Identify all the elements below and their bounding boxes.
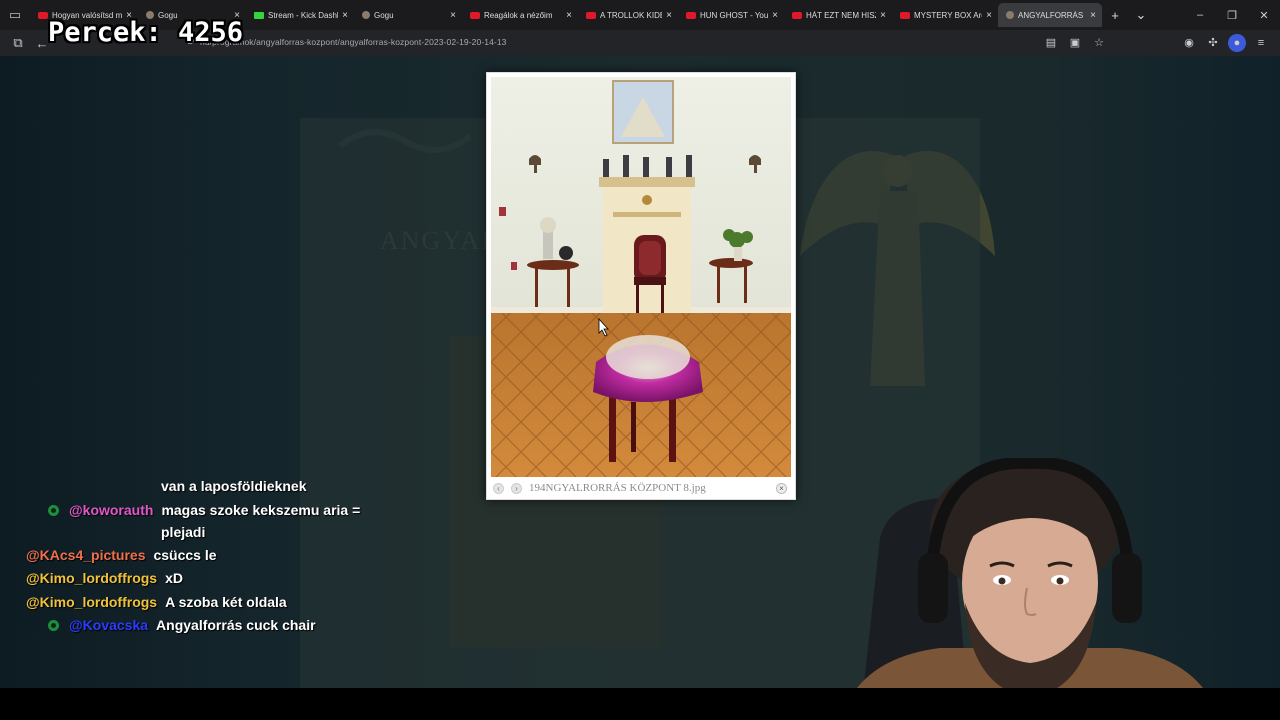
youtube-icon <box>38 11 48 19</box>
chat-text: Angyalforrás cuck chair <box>156 617 316 633</box>
image-caption: 194NGYALRORRÁS KÖZPONT 8.jpg <box>529 482 706 494</box>
reader-view-icon[interactable]: ▤ <box>1042 34 1060 52</box>
extensions-icon[interactable]: ✣ <box>1204 34 1222 52</box>
streamer-webcam-image <box>840 458 1220 720</box>
next-image-button[interactable]: › <box>511 483 522 494</box>
tab-title: Reagálok a nézőim <box>484 10 553 20</box>
menu-icon[interactable]: ≡ <box>1252 34 1270 52</box>
browser-tab[interactable]: Stream - Kick Dashb × <box>246 3 354 27</box>
chat-message: plejadi <box>161 524 205 540</box>
window-controls: – ❐ ✕ <box>1184 9 1280 22</box>
chat-badge-icon <box>48 620 59 631</box>
page-heading-dimmed: ANGYAL <box>380 226 499 255</box>
room-photo[interactable] <box>491 77 791 477</box>
youtube-icon <box>686 11 696 19</box>
close-tab-icon[interactable]: × <box>1090 10 1096 21</box>
chat-message: @Kimo_lordoffrogs xD <box>26 570 183 586</box>
chat-badge-icon <box>48 505 59 516</box>
chat-username[interactable]: @KAcs4_pictures <box>26 547 145 563</box>
close-lightbox-button[interactable]: × <box>776 483 787 494</box>
lightbox-footer: ‹ › 194NGYALRORRÁS KÖZPONT 8.jpg × <box>487 477 795 499</box>
youtube-icon <box>792 11 802 19</box>
site-icon <box>1006 11 1014 19</box>
webcam-feed <box>820 458 1240 720</box>
screenshot-icon[interactable]: ▣ <box>1066 34 1084 52</box>
close-tab-icon[interactable]: × <box>450 10 456 21</box>
tab-list-chevron-icon[interactable]: ⌄ <box>1128 7 1154 23</box>
bottom-black-strip <box>0 688 1280 720</box>
youtube-icon <box>470 11 480 19</box>
tab-actions-icon[interactable]: ▭ <box>0 0 30 30</box>
browser-tab[interactable]: HÁT EZT NEM HISZ × <box>784 3 892 27</box>
tab-title: HÁT EZT NEM HISZ <box>806 10 877 20</box>
close-tab-icon[interactable]: × <box>772 10 778 21</box>
tab-title: Stream - Kick Dashb <box>268 10 339 20</box>
restore-icon[interactable]: ❐ <box>1216 9 1248 22</box>
avatar-icon <box>362 11 370 19</box>
url-field[interactable]: hu/programok/angyalforras-kozpont/angyal… <box>200 37 507 47</box>
chat-text: A szoba két oldala <box>165 594 287 610</box>
minimize-icon[interactable]: – <box>1184 9 1216 22</box>
chat-message: @KAcs4_pictures csüccs le <box>26 547 217 563</box>
close-tab-icon[interactable]: × <box>566 10 572 21</box>
tab-title: HUN GHOST - YouT <box>700 10 769 20</box>
browser-tab[interactable]: ANGYALFORRÁS KÖZP × <box>998 3 1102 27</box>
chat-username[interactable]: @Kovacska <box>69 617 148 633</box>
stream-chat: van a laposföldieknek @koworauth magas szo… <box>0 458 420 638</box>
chat-message: van a laposföldieknek <box>161 478 307 494</box>
sidebar-icon[interactable]: ⧉ <box>6 35 30 51</box>
tab-title: MYSTERY BOX Arch <box>914 10 982 20</box>
tab-title: ANGYALFORRÁS KÖZP <box>1018 10 1086 20</box>
screen: ▭ Hogyan valósítsd m × Gogu × Stream - Kick … <box>0 0 1280 720</box>
kick-icon <box>254 11 264 19</box>
browser-tab[interactable]: A TROLLOK KIDERÍT × <box>578 3 678 27</box>
address-bar-actions: ▤ ▣ ☆ <box>1042 34 1108 52</box>
room-photo-drawing <box>491 77 791 477</box>
image-lightbox: ‹ › 194NGYALRORRÁS KÖZPONT 8.jpg × <box>486 72 796 500</box>
chat-text: plejadi <box>161 524 206 540</box>
tab-title: A TROLLOK KIDERÍT <box>600 10 662 20</box>
youtube-icon <box>586 11 596 19</box>
new-tab-icon[interactable]: + <box>1102 8 1128 23</box>
chat-message: @Kovacska Angyalforrás cuck chair <box>48 617 316 633</box>
close-tab-icon[interactable]: × <box>880 10 886 21</box>
chat-username[interactable]: @Kimo_lordoffrogs <box>26 570 157 586</box>
account-icon[interactable]: ◉ <box>1180 34 1198 52</box>
chat-text: csüccs le <box>153 547 217 563</box>
tab-title: Gogu <box>374 10 394 20</box>
previous-image-button[interactable]: ‹ <box>493 483 504 494</box>
browser-tab[interactable]: Reagálok a nézőim × <box>462 3 578 27</box>
browser-tab[interactable]: HUN GHOST - YouT × <box>678 3 784 27</box>
chat-text: magas szoke kekszemu aria = <box>161 502 361 518</box>
youtube-icon <box>900 11 910 19</box>
chat-text: xD <box>165 570 183 586</box>
browser-tab[interactable]: MYSTERY BOX Arch × <box>892 3 998 27</box>
toolbar-actions: ◉ ✣ ● ≡ <box>1180 34 1270 52</box>
minutes-counter: Percek: 4256 <box>48 17 244 48</box>
close-tab-icon[interactable]: × <box>986 10 992 21</box>
chat-text: van a laposföldieknek <box>161 478 307 494</box>
browser-tab[interactable]: Gogu × <box>354 3 462 27</box>
close-window-icon[interactable]: ✕ <box>1248 9 1280 22</box>
chat-message: @Kimo_lordoffrogs A szoba két oldala <box>26 594 287 610</box>
chat-username[interactable]: @koworauth <box>69 502 153 518</box>
close-tab-icon[interactable]: × <box>342 10 348 21</box>
profile-icon[interactable]: ● <box>1228 34 1246 52</box>
bookmark-star-icon[interactable]: ☆ <box>1090 34 1108 52</box>
close-tab-icon[interactable]: × <box>666 10 672 21</box>
chat-username[interactable]: @Kimo_lordoffrogs <box>26 594 157 610</box>
chat-message: @koworauth magas szoke kekszemu aria = <box>48 502 360 518</box>
